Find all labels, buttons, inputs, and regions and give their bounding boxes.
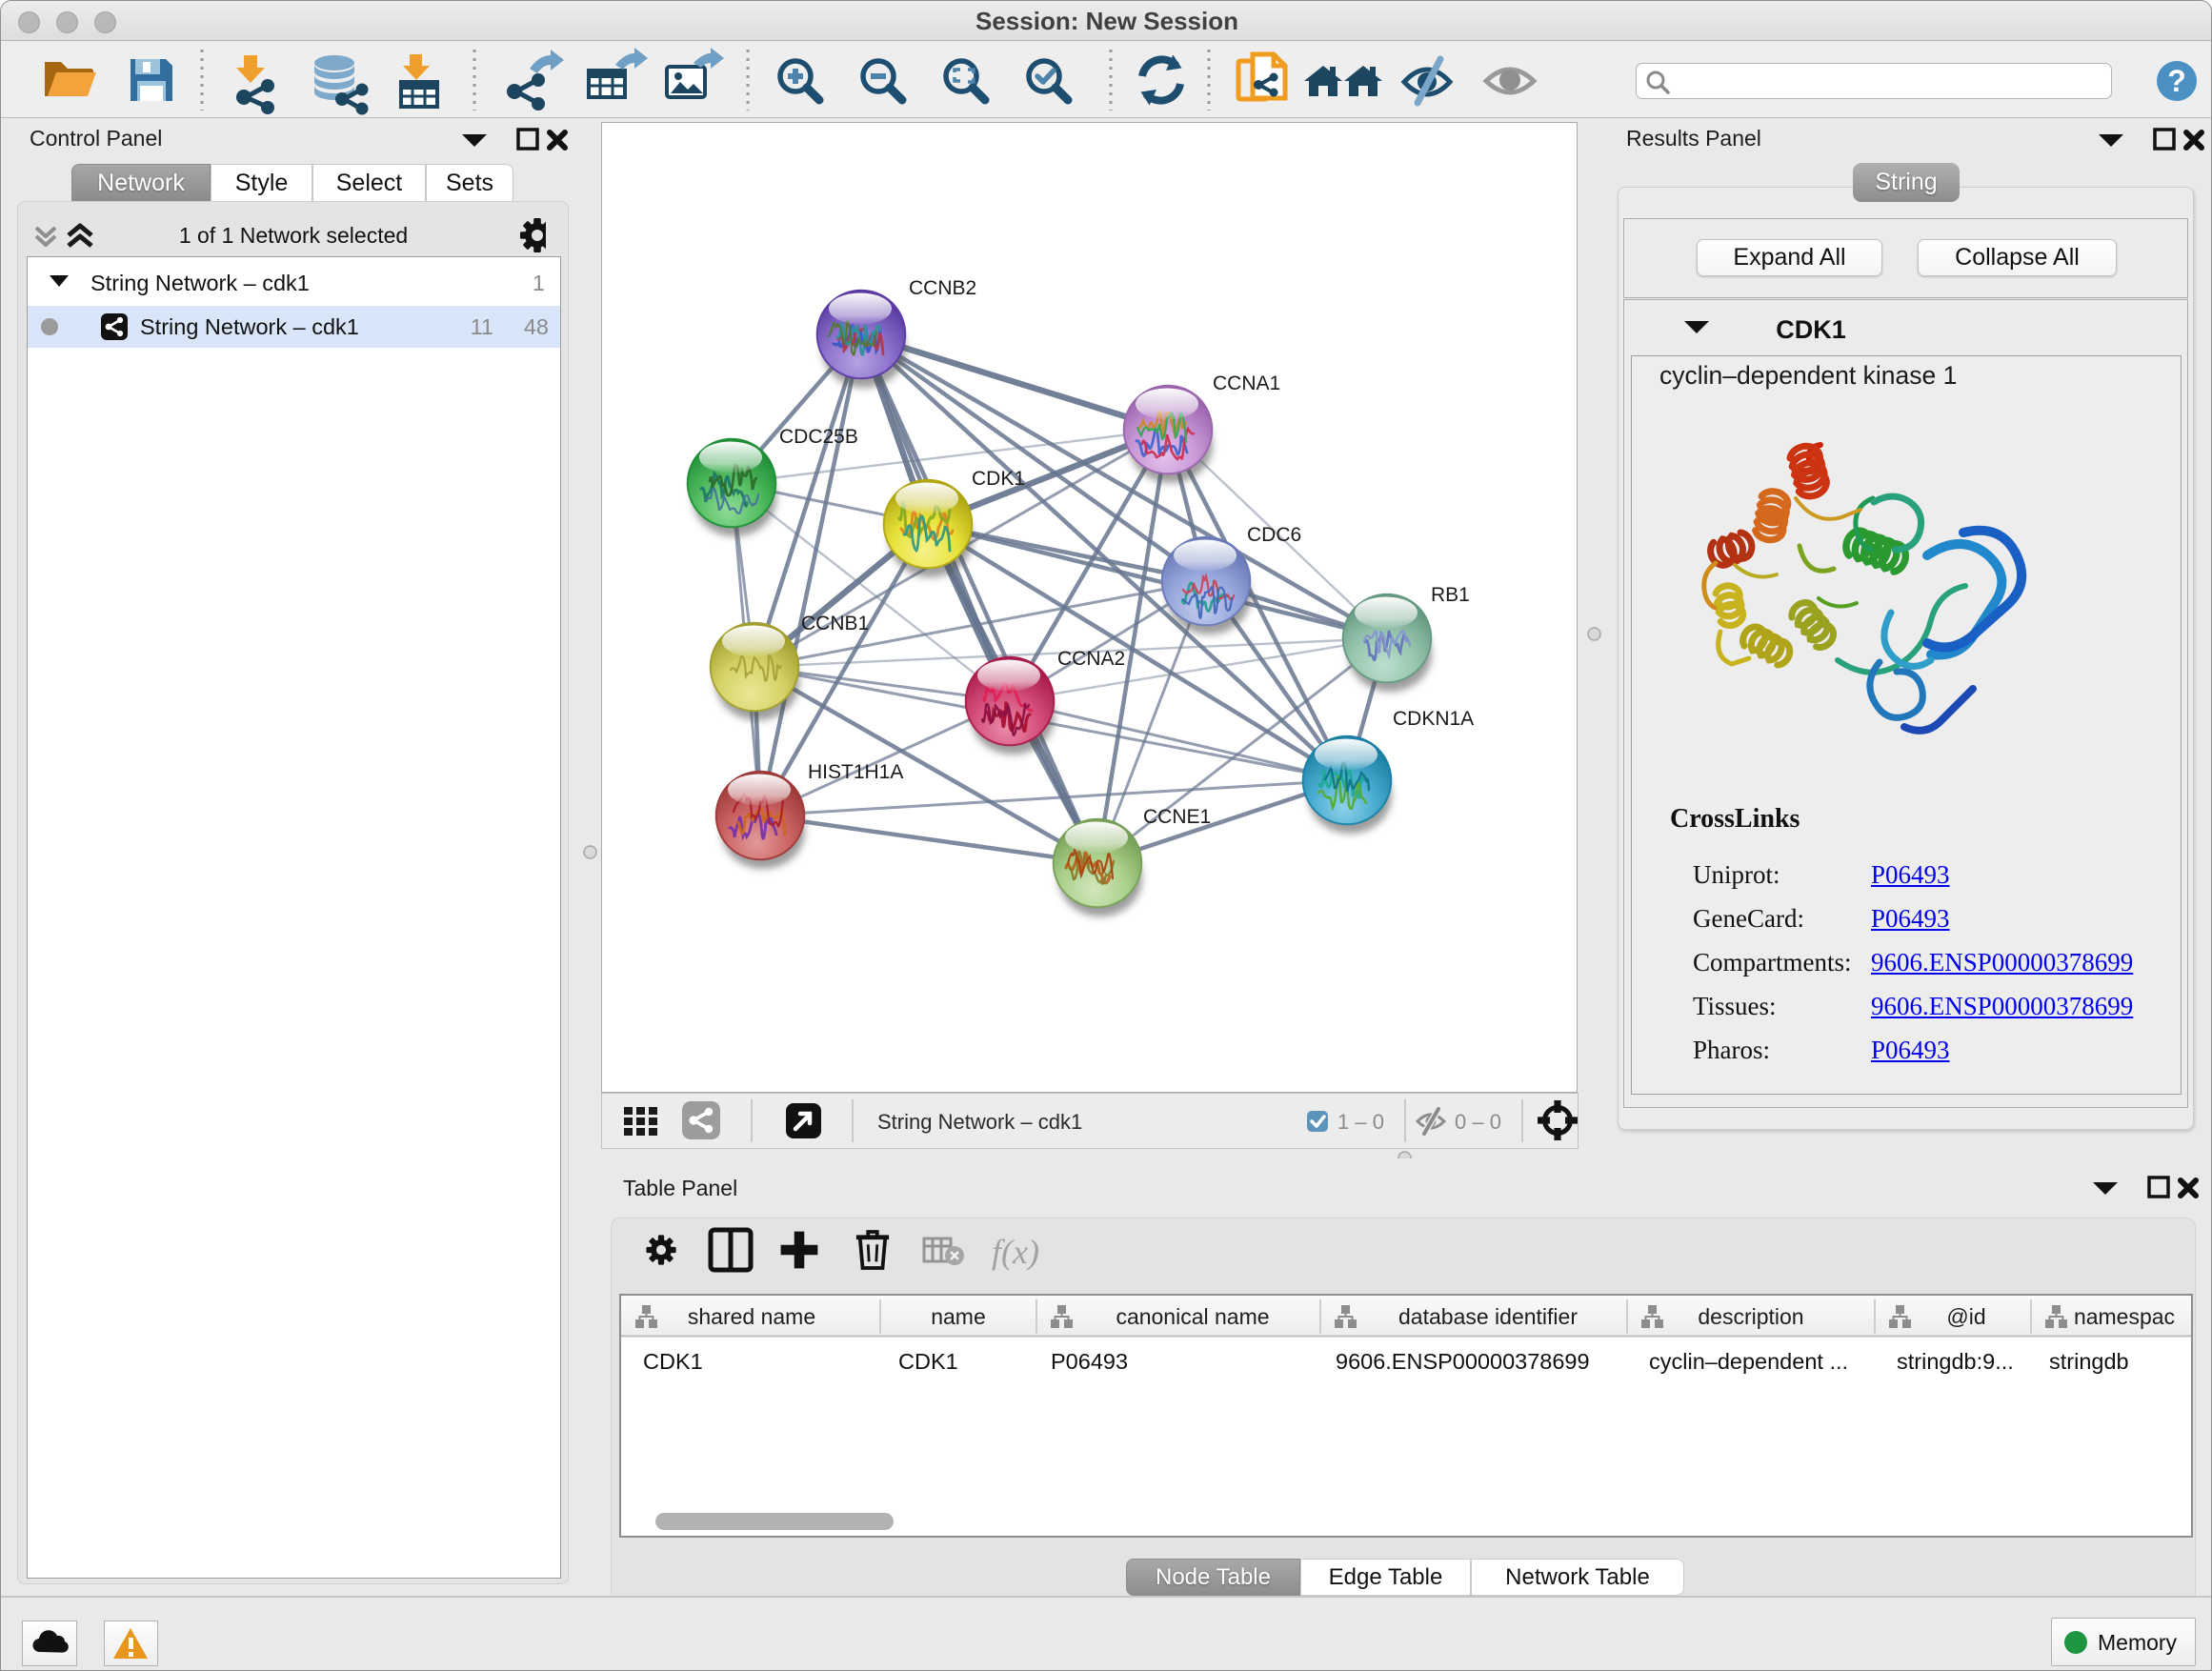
svg-text:cyclin–dependent ...: cyclin–dependent ... <box>1649 1349 1848 1374</box>
svg-text:@id: @id <box>1946 1304 1985 1329</box>
svg-text:f(x): f(x) <box>992 1233 1039 1271</box>
svg-text:String Network – cdk1: String Network – cdk1 <box>877 1110 1082 1134</box>
svg-text:48: 48 <box>524 314 549 339</box>
svg-text:canonical name: canonical name <box>1116 1304 1269 1329</box>
svg-text:name: name <box>931 1304 986 1329</box>
svg-text:1 – 0: 1 – 0 <box>1337 1110 1384 1134</box>
svg-text:Memory: Memory <box>2098 1630 2178 1655</box>
svg-text:String Network – cdk1: String Network – cdk1 <box>140 314 359 339</box>
svg-text:description: description <box>1698 1304 1803 1329</box>
svg-text:CDC6: CDC6 <box>1247 524 1301 546</box>
svg-text:1: 1 <box>533 271 545 295</box>
svg-text:9606.ENSP00000378699: 9606.ENSP00000378699 <box>1336 1349 1590 1374</box>
svg-text:CDK1: CDK1 <box>898 1349 958 1374</box>
svg-text:CDK1: CDK1 <box>643 1349 703 1374</box>
svg-text:P06493: P06493 <box>1051 1349 1128 1374</box>
svg-text:CDC25B: CDC25B <box>779 426 858 448</box>
svg-text:CCNB2: CCNB2 <box>909 277 976 299</box>
svg-text:CCNE1: CCNE1 <box>1143 806 1211 828</box>
svg-text:CCNA1: CCNA1 <box>1213 372 1280 394</box>
svg-text:namespac: namespac <box>2074 1304 2175 1329</box>
svg-text:String Network – cdk1: String Network – cdk1 <box>90 271 310 295</box>
svg-text:CDK1: CDK1 <box>972 468 1025 490</box>
svg-text:stringdb: stringdb <box>2049 1349 2129 1374</box>
svg-text:CCNA2: CCNA2 <box>1057 648 1125 670</box>
svg-text:HIST1H1A: HIST1H1A <box>808 761 903 783</box>
svg-text:stringdb:9...: stringdb:9... <box>1897 1349 2014 1374</box>
svg-text:shared name: shared name <box>688 1304 815 1329</box>
svg-text:database identifier: database identifier <box>1398 1304 1578 1329</box>
svg-text:11: 11 <box>471 314 493 339</box>
svg-text:CCNB1: CCNB1 <box>801 613 869 634</box>
svg-text:RB1: RB1 <box>1431 584 1470 606</box>
svg-text:1 of 1 Network selected: 1 of 1 Network selected <box>179 223 408 248</box>
svg-text:CDKN1A: CDKN1A <box>1393 708 1474 730</box>
svg-text:?: ? <box>2167 64 2186 98</box>
svg-text:0 – 0: 0 – 0 <box>1455 1110 1501 1134</box>
